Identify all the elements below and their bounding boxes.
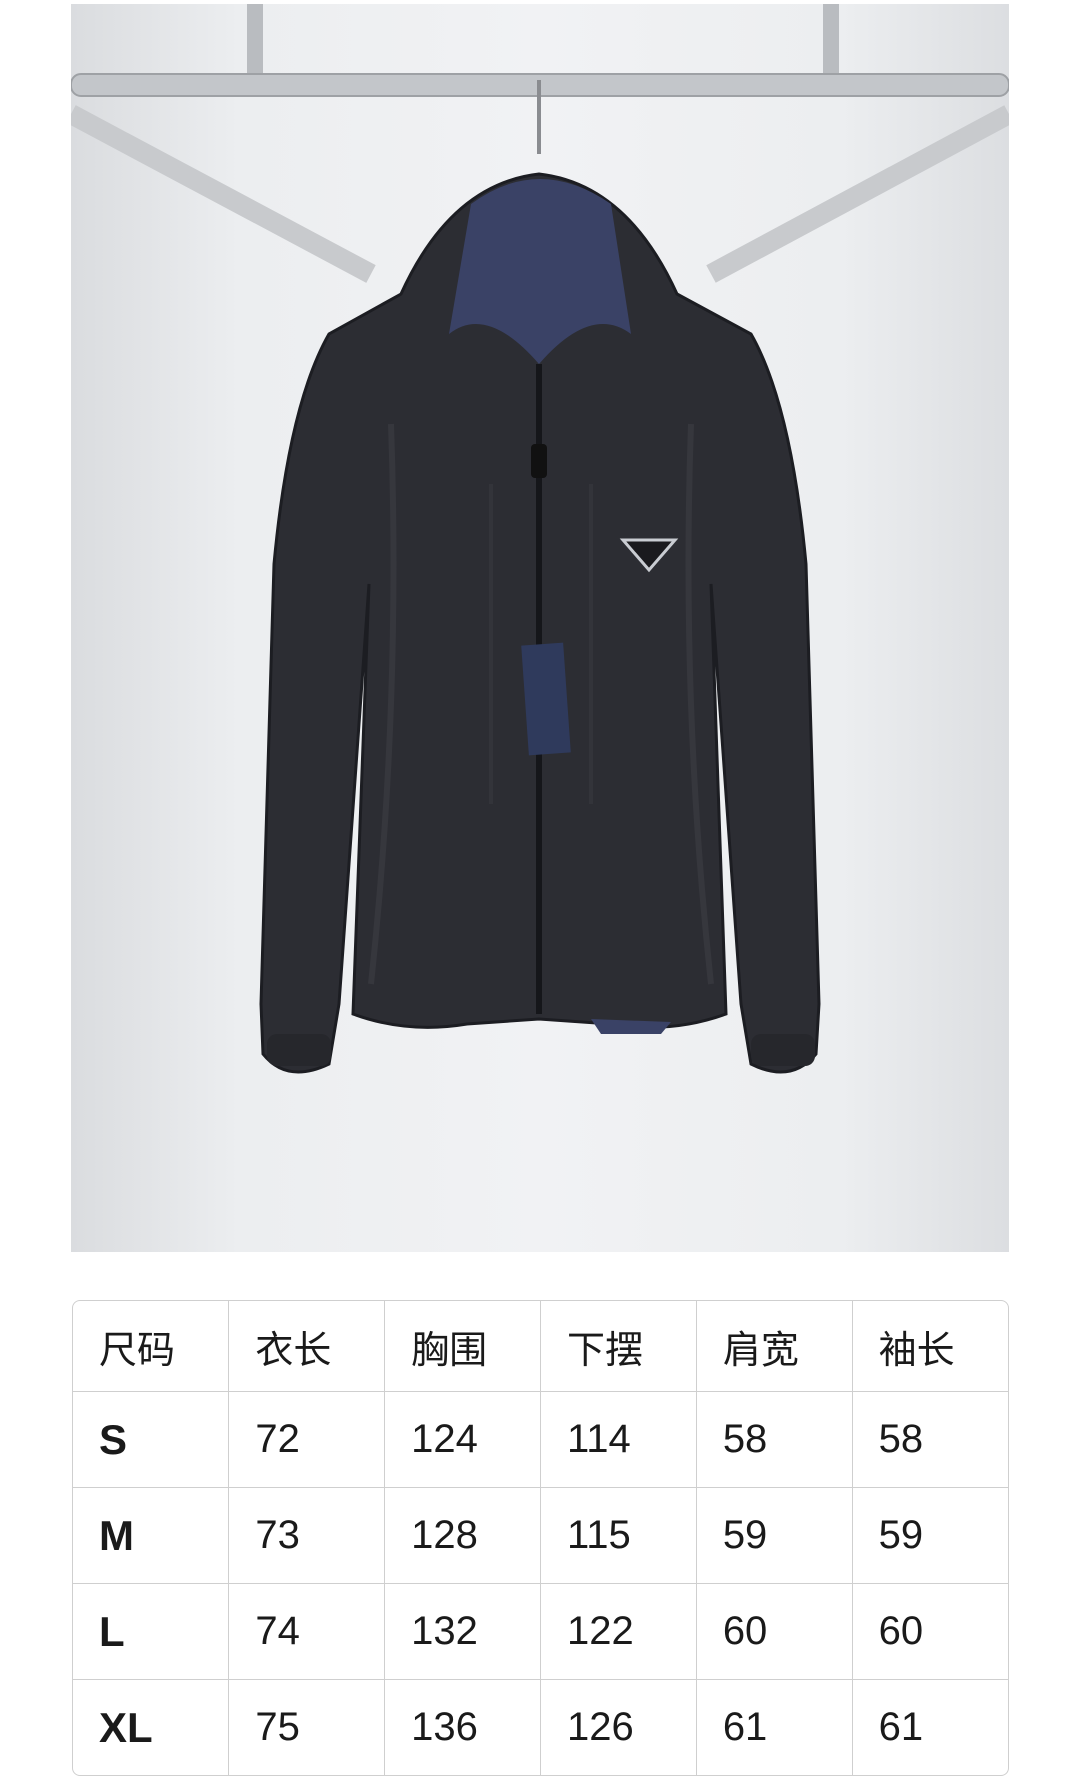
sleeve-cell: 61 — [851, 1679, 1008, 1775]
size-cell: M — [73, 1487, 230, 1584]
length-cell: 75 — [228, 1679, 386, 1775]
shoulder-cell: 59 — [695, 1487, 853, 1584]
size-chart-header-row: 尺码 衣长 胸围 下摆 肩宽 袖长 — [73, 1301, 1008, 1392]
sleeve-cell: 58 — [851, 1391, 1008, 1488]
table-row: XL 75 136 126 61 61 — [73, 1679, 1008, 1775]
shoulder-cell: 60 — [695, 1583, 853, 1680]
size-cell: L — [73, 1583, 230, 1680]
length-cell: 73 — [228, 1487, 386, 1584]
length-cell: 74 — [228, 1583, 386, 1680]
header-sleeve: 袖长 — [851, 1301, 1008, 1392]
hem-cell: 126 — [539, 1679, 697, 1775]
table-row: L 74 132 122 60 60 — [73, 1583, 1008, 1680]
size-cell: XL — [73, 1679, 230, 1775]
hang-tag — [521, 642, 571, 756]
header-size: 尺码 — [73, 1301, 230, 1392]
shoulder-cell: 61 — [695, 1679, 853, 1775]
chest-cell: 124 — [384, 1391, 541, 1488]
zipper-pull — [531, 444, 547, 478]
jacket-illustration — [71, 4, 1009, 1074]
size-cell: S — [73, 1391, 230, 1488]
header-shoulder: 肩宽 — [695, 1301, 853, 1392]
rack-brace-right — [706, 105, 1009, 283]
header-chest: 胸围 — [384, 1301, 541, 1392]
hem-cell: 122 — [539, 1583, 697, 1680]
header-hem: 下摆 — [539, 1301, 697, 1392]
header-length: 衣长 — [228, 1301, 386, 1392]
sleeve-cell: 60 — [851, 1583, 1008, 1680]
chest-cell: 128 — [384, 1487, 541, 1584]
shoulder-cell: 58 — [695, 1391, 853, 1488]
chest-cell: 132 — [384, 1583, 541, 1680]
length-cell: 72 — [228, 1391, 386, 1488]
table-row: S 72 124 114 58 58 — [73, 1391, 1008, 1488]
cuff-left — [267, 1034, 331, 1066]
hem-cell: 114 — [539, 1391, 697, 1488]
chest-cell: 136 — [384, 1679, 541, 1775]
cuff-right — [751, 1034, 815, 1066]
hem-cell: 115 — [539, 1487, 697, 1584]
sleeve-cell: 59 — [851, 1487, 1008, 1584]
product-photo — [71, 4, 1009, 1252]
table-row: M 73 128 115 59 59 — [73, 1487, 1008, 1584]
size-chart-table: 尺码 衣长 胸围 下摆 肩宽 袖长 S 72 124 114 58 58 M 7… — [73, 1301, 1008, 1775]
rack-brace-left — [71, 105, 376, 283]
size-chart: 尺码 衣长 胸围 下摆 肩宽 袖长 S 72 124 114 58 58 M 7… — [72, 1300, 1009, 1776]
